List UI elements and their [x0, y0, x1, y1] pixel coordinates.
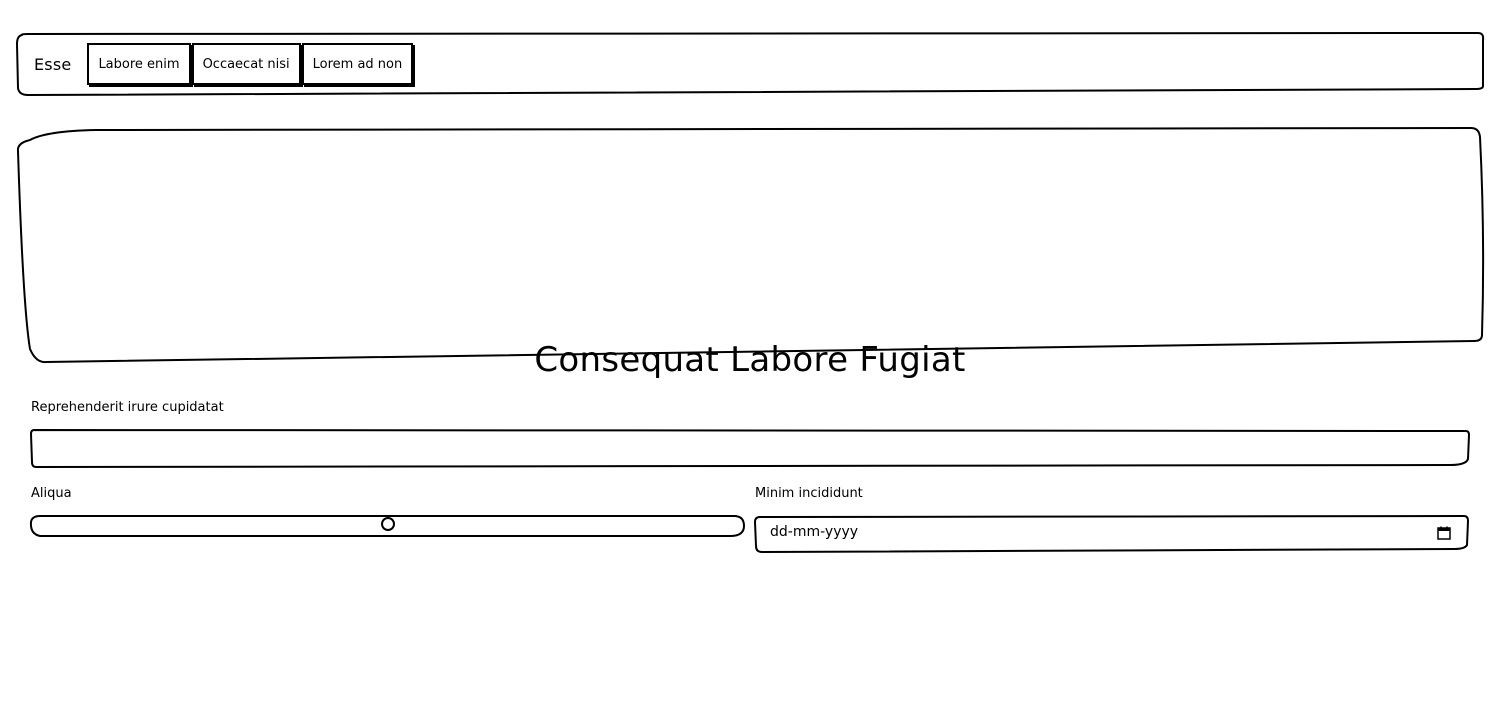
range-label: Aliqua [31, 486, 72, 501]
date-placeholder: dd-mm-yyyy [770, 524, 859, 540]
text-field-wrapper [30, 429, 1470, 469]
text-field-label: Reprehenderit irure cupidatat [31, 400, 224, 415]
reprehenderit-input[interactable] [36, 433, 1464, 465]
range-thumb[interactable] [381, 517, 395, 531]
minim-date-input[interactable] [754, 515, 1470, 553]
calendar-icon[interactable] [1437, 526, 1451, 540]
page: Esse Labore enim Occaecat nisi Lorem ad … [0, 0, 1500, 720]
date-label: Minim incididunt [755, 486, 863, 501]
hero-title: Consequat Labore Fugiat [534, 340, 966, 380]
